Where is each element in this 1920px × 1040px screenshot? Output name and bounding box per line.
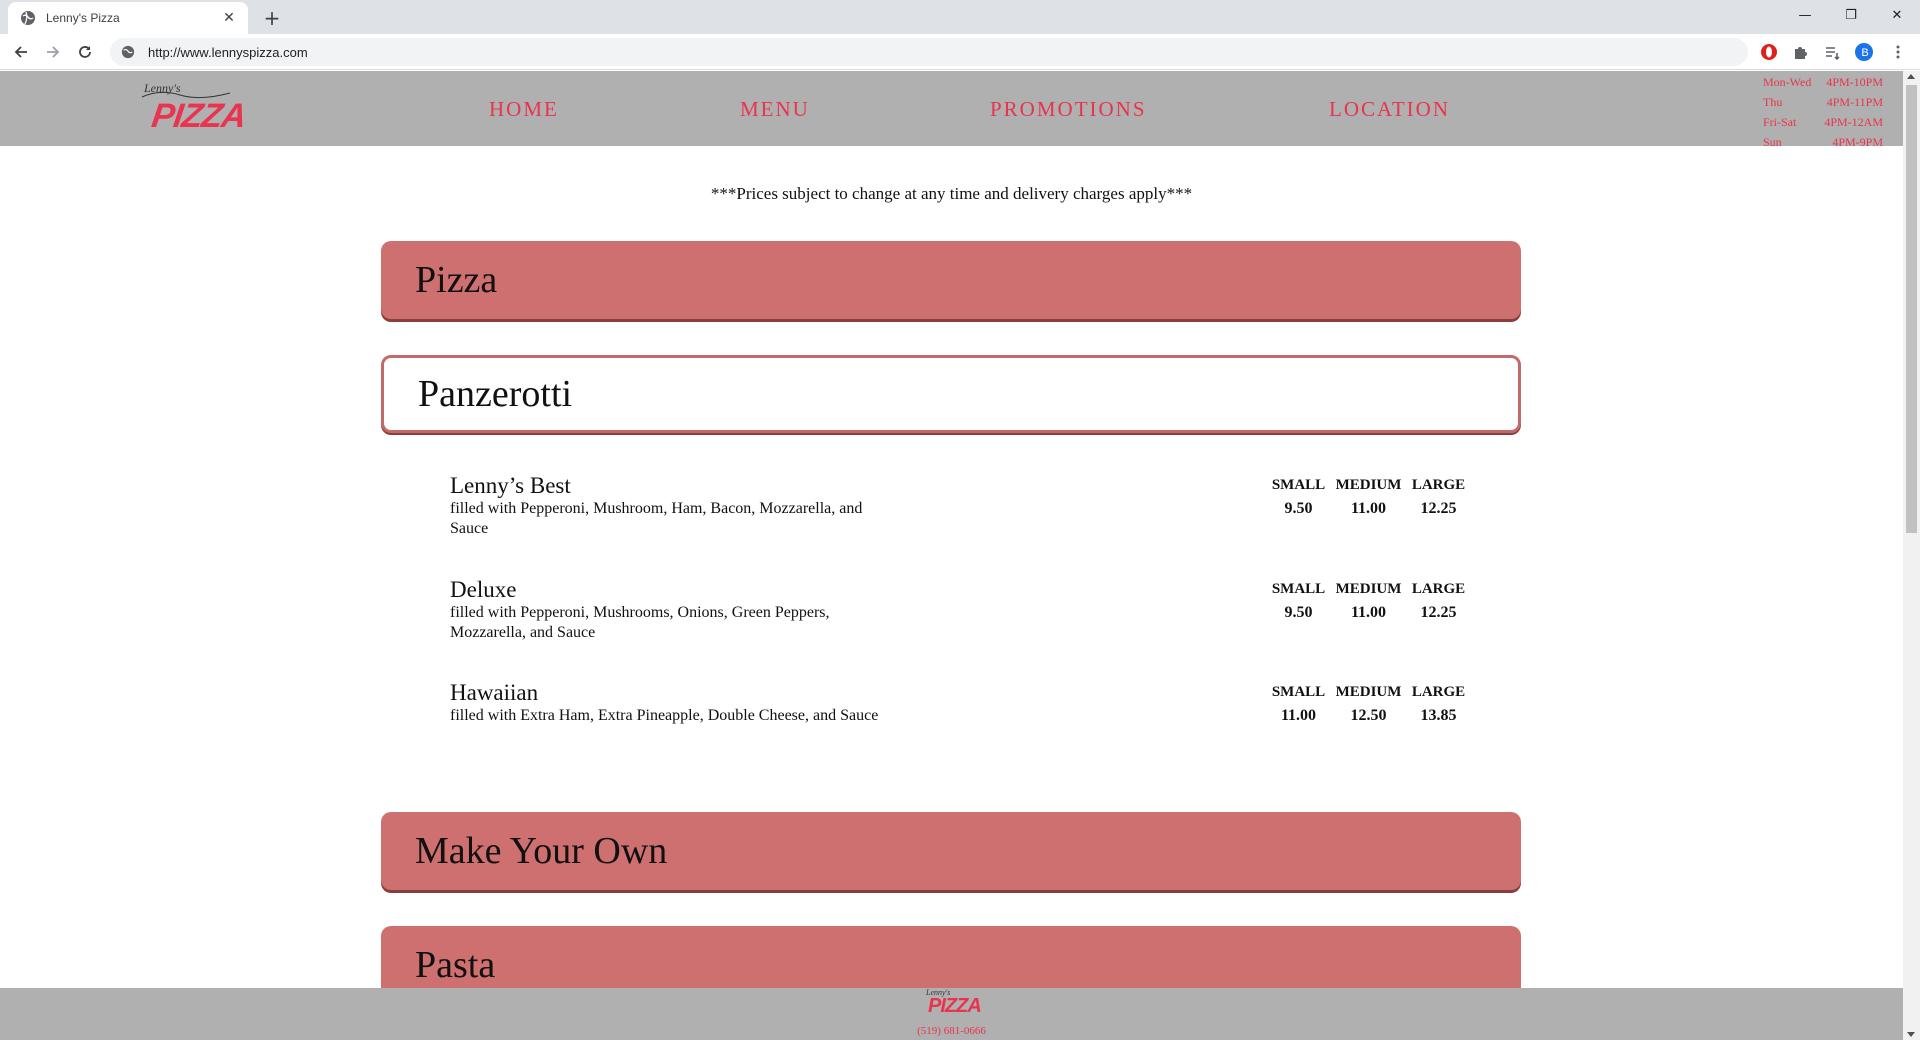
nav-location[interactable]: LOCATION <box>1329 97 1450 122</box>
hours-row: Sun 4PM-9PM <box>1763 132 1883 152</box>
size-medium-header: MEDIUM <box>1335 581 1402 597</box>
price-table: SMALL MEDIUM LARGE 9.50 11.00 12.25 <box>1266 473 1471 521</box>
size-medium-header: MEDIUM <box>1335 477 1402 493</box>
price-medium: 11.00 <box>1350 604 1387 621</box>
logo-main-text: PIZZA <box>149 97 248 135</box>
arrow-right-icon <box>47 46 60 58</box>
site-footer: Lenny's PIZZA (519) 681-0666 <box>0 988 1903 1040</box>
footer-logo-main: PIZZA <box>928 995 982 1017</box>
section-make-your-own[interactable]: Make Your Own <box>381 812 1521 890</box>
window-controls: — ❐ ✕ <box>1782 0 1920 30</box>
size-large-header: LARGE <box>1411 477 1466 493</box>
profile-initial: B <box>1861 47 1869 59</box>
minimize-button[interactable]: — <box>1782 0 1828 30</box>
size-small-header: SMALL <box>1271 684 1326 700</box>
tab-close-icon[interactable]: ✕ <box>220 10 238 26</box>
menu-item: Hawaiian filled with Extra Ham, Extra Pi… <box>450 680 1465 726</box>
price-medium: 11.00 <box>1350 500 1387 517</box>
browser-tab[interactable]: Lenny's Pizza ✕ <box>8 2 248 34</box>
hours-days: Sun <box>1763 135 1782 149</box>
section-pizza[interactable]: Pizza <box>381 241 1521 319</box>
forward-button[interactable] <box>41 40 65 64</box>
hours-time: 4PM-11PM <box>1826 95 1883 109</box>
close-window-button[interactable]: ✕ <box>1874 0 1920 30</box>
opening-hours: Mon-Wed 4PM-10PM Thu 4PM-11PM Fri-Sat 4PM-1… <box>1763 72 1883 152</box>
scroll-down-icon[interactable] <box>1907 1032 1915 1037</box>
reading-list-icon[interactable] <box>1823 43 1841 61</box>
price-small: 9.50 <box>1284 604 1313 621</box>
size-small-header: SMALL <box>1271 581 1326 597</box>
hours-days: Mon-Wed <box>1763 75 1812 89</box>
size-large-header: LARGE <box>1411 684 1466 700</box>
nav-menu[interactable]: MENU <box>740 97 810 122</box>
item-description: filled with Pepperoni, Mushrooms, Onions… <box>450 604 830 641</box>
price-notice: ***Prices subject to change at any time … <box>710 184 1193 203</box>
hours-time: 4PM-12AM <box>1824 115 1883 129</box>
menu-item: Deluxe filled with Pepperoni, Mushrooms,… <box>450 577 1465 643</box>
reload-button[interactable] <box>73 40 97 64</box>
logo-script-text: Lenny's <box>144 81 181 95</box>
browser-menu-icon[interactable] <box>1889 43 1907 61</box>
address-bar[interactable]: http://www.lennyspizza.com <box>110 38 1748 66</box>
item-description: filled with Extra Ham, Extra Pineapple, … <box>450 707 879 724</box>
site-header: Lenny's PIZZA HOME MENU PROMOTIONS LOCAT… <box>0 71 1903 149</box>
size-large-header: LARGE <box>1411 581 1466 597</box>
arrow-left-icon <box>14 46 27 58</box>
page-scrollbar[interactable] <box>1903 71 1920 1040</box>
reload-icon <box>79 46 91 58</box>
page-viewport: Lenny's PIZZA HOME MENU PROMOTIONS LOCAT… <box>0 71 1903 1040</box>
site-logo[interactable]: Lenny's PIZZA <box>140 81 248 137</box>
tab-title: Lenny's Pizza <box>46 11 120 25</box>
scroll-thumb[interactable] <box>1906 85 1917 533</box>
hours-row: Thu 4PM-11PM <box>1763 92 1883 112</box>
hours-row: Mon-Wed 4PM-10PM <box>1763 72 1883 92</box>
price-large: 13.85 <box>1420 707 1457 724</box>
price-small: 9.50 <box>1284 500 1313 517</box>
back-button[interactable] <box>9 40 33 64</box>
hours-row: Fri-Sat 4PM-12AM <box>1763 112 1883 132</box>
menu-item: Lenny’s Best filled with Pepperoni, Mush… <box>450 473 1465 539</box>
size-medium-header: MEDIUM <box>1335 684 1402 700</box>
url-text: http://www.lennyspizza.com <box>148 44 308 60</box>
hours-days: Thu <box>1763 95 1783 109</box>
price-large: 12.25 <box>1420 604 1457 621</box>
globe-icon <box>20 10 36 26</box>
browser-toolbar: http://www.lennyspizza.com B <box>0 34 1920 70</box>
price-small: 11.00 <box>1280 707 1317 724</box>
puzzle-icon[interactable] <box>1791 43 1809 61</box>
nav-home[interactable]: HOME <box>489 97 559 122</box>
opera-extension-icon[interactable] <box>1760 43 1778 61</box>
hours-time: 4PM-10PM <box>1826 75 1883 89</box>
price-table: SMALL MEDIUM LARGE 9.50 11.00 12.25 <box>1266 577 1471 625</box>
size-small-header: SMALL <box>1271 477 1326 493</box>
new-tab-button[interactable]: + <box>258 4 286 32</box>
footer-logo[interactable]: Lenny's PIZZA <box>922 988 982 1020</box>
item-description: filled with Pepperoni, Mushroom, Ham, Ba… <box>450 500 863 537</box>
browser-tab-strip: Lenny's Pizza ✕ + — ❐ ✕ <box>0 0 1920 34</box>
hours-days: Fri-Sat <box>1763 115 1797 129</box>
price-table: SMALL MEDIUM LARGE 11.00 12.50 13.85 <box>1266 680 1471 728</box>
nav-promotions[interactable]: PROMOTIONS <box>990 97 1147 122</box>
profile-avatar[interactable]: B <box>1855 43 1873 61</box>
restore-button[interactable]: ❐ <box>1828 0 1874 30</box>
site-info-icon[interactable] <box>120 44 136 60</box>
footer-phone[interactable]: (519) 681-0666 <box>0 1025 1903 1037</box>
hours-time: 4PM-9PM <box>1832 135 1883 149</box>
section-panzerotti[interactable]: Panzerotti <box>381 355 1521 433</box>
price-large: 12.25 <box>1420 500 1457 517</box>
scroll-up-icon[interactable] <box>1907 74 1915 79</box>
price-medium: 12.50 <box>1350 707 1387 724</box>
